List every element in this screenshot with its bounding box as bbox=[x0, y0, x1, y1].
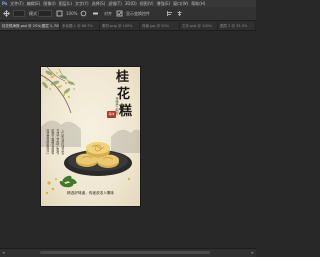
align-center-icon[interactable] bbox=[176, 10, 183, 17]
document-tabs: 桂花糕海报.psd @ 25%(图层 1, RGB/8)未标题-1 @ 66.7… bbox=[0, 21, 256, 31]
scroll-left-icon[interactable]: ◂ bbox=[2, 250, 5, 256]
transform-controls-label: 显示变换控件 bbox=[126, 11, 150, 16]
menu-item[interactable]: 3D(D) bbox=[125, 0, 137, 7]
menu-item[interactable]: 编辑(E) bbox=[27, 0, 41, 7]
poster-text-column: 入口即化回味无穷 bbox=[60, 129, 64, 155]
menu-item[interactable]: 窗口(W) bbox=[173, 0, 188, 7]
app-logo[interactable]: Ps bbox=[2, 0, 7, 7]
scrollbar-thumb[interactable] bbox=[40, 251, 210, 254]
poster-text-column: 精选上等糯米原料 bbox=[50, 129, 54, 155]
menu-item[interactable]: 增强(E) bbox=[157, 0, 171, 7]
osmanthus-branch bbox=[41, 67, 76, 114]
move-tool-icon[interactable] bbox=[3, 10, 10, 17]
document-tab[interactable]: 未标题-1 @ 66.7% bbox=[60, 22, 100, 30]
poster-text-column: 古法工艺匠心制作 bbox=[55, 129, 59, 155]
title-char-3: 糕 bbox=[119, 104, 133, 119]
zoom-label: 100% bbox=[66, 11, 78, 16]
poster-canvas[interactable]: 桂 花 糕 传统手工制作 美味 桂花香甜软糯可口 精选上等糯米原料 古法工艺匠心… bbox=[41, 67, 140, 206]
document-tab[interactable]: 文字.psd @ 100% bbox=[180, 22, 218, 30]
poster-slogan: 精选好味道，传递浓浓人情味 bbox=[67, 191, 114, 195]
menu-item[interactable]: 文件(F) bbox=[10, 0, 23, 7]
poster-text-column: 桂花香甜软糯可口 bbox=[45, 129, 49, 155]
document-tab[interactable]: 桂花糕海报.psd @ 25%(图层 1, RGB/8) bbox=[0, 22, 60, 30]
mode-select[interactable] bbox=[38, 10, 52, 17]
refresh-icon[interactable] bbox=[80, 10, 87, 17]
menu-item[interactable]: 帮助(H) bbox=[191, 0, 205, 7]
align-left-icon[interactable] bbox=[166, 10, 173, 17]
layer-icon[interactable] bbox=[56, 10, 63, 17]
menu-item[interactable]: 图层(L) bbox=[59, 0, 72, 7]
red-seal: 美味 bbox=[107, 111, 116, 118]
mint-leaves bbox=[59, 175, 77, 188]
menu-item[interactable]: 滤镜(T) bbox=[108, 0, 122, 7]
document-tab[interactable]: 背景.jpg @ 50% bbox=[140, 22, 180, 30]
checkbox-icon[interactable] bbox=[116, 10, 123, 17]
menu-item[interactable]: 文字(Y) bbox=[75, 0, 89, 7]
menu-item[interactable]: 视图(V) bbox=[140, 0, 154, 7]
menu-item[interactable]: 选择(S) bbox=[92, 0, 106, 7]
document-tab[interactable]: 素材.png @ 100% bbox=[100, 22, 140, 30]
title-char-1: 桂 bbox=[116, 70, 130, 85]
document-tab[interactable]: 图层 2 @ 33.3% bbox=[218, 22, 256, 30]
menu-bar: Ps 文件(F) 编辑(E) 图像(I) 图层(L) 文字(Y) 选择(S) 滤镜(T) 3D… bbox=[0, 0, 256, 7]
scroll-right-icon[interactable]: ▸ bbox=[251, 250, 254, 256]
link-icon[interactable] bbox=[92, 10, 99, 17]
mode-label: 模式 bbox=[29, 11, 37, 16]
tool-preset-field[interactable] bbox=[13, 10, 25, 17]
menu-item[interactable]: 图像(I) bbox=[43, 0, 55, 7]
options-bar: 模式 100% 对齐 显示变换控件 bbox=[0, 7, 256, 21]
align-label: 对齐 bbox=[104, 11, 112, 16]
